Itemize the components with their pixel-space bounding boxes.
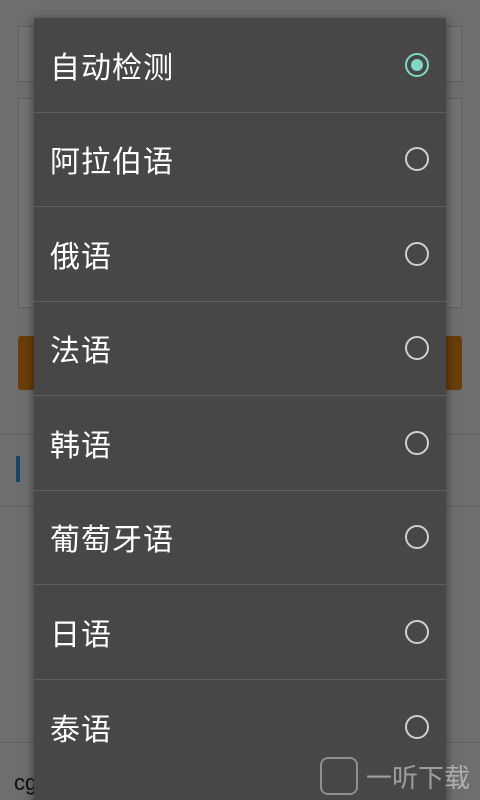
watermark-logo-icon [320, 757, 358, 795]
language-option-auto-detect[interactable]: 自动检测 [34, 18, 446, 113]
language-option-russian[interactable]: 俄语 [34, 207, 446, 302]
option-label: 阿拉伯语 [50, 145, 174, 181]
radio-unselected-icon[interactable] [405, 147, 429, 172]
option-label: 泰语 [50, 712, 112, 748]
language-option-portuguese[interactable]: 葡萄牙语 [34, 491, 446, 585]
language-option-japanese[interactable]: 日语 [34, 585, 446, 680]
option-label: 俄语 [50, 239, 112, 275]
option-label: 法语 [50, 334, 112, 370]
language-select-dialog: 自动检测 阿拉伯语 俄语 法语 韩语 葡萄牙语 日语 泰语 [34, 18, 446, 800]
radio-unselected-icon[interactable] [405, 430, 429, 455]
language-option-french[interactable]: 法语 [34, 302, 446, 396]
radio-unselected-icon[interactable] [405, 619, 429, 644]
option-label: 自动检测 [50, 50, 174, 86]
radio-unselected-icon[interactable] [405, 336, 429, 361]
watermark: 一听下载 [320, 756, 470, 796]
radio-unselected-icon[interactable] [405, 714, 429, 739]
watermark-text: 一听下载 [366, 763, 471, 794]
option-label: 韩语 [50, 428, 112, 464]
option-label: 日语 [50, 617, 112, 653]
radio-unselected-icon[interactable] [405, 525, 429, 550]
screen: cg 自动检测 阿拉伯语 俄语 法语 韩语 葡萄牙语 日语 [0, 0, 480, 800]
language-option-korean[interactable]: 韩语 [34, 396, 446, 491]
radio-selected-icon[interactable] [405, 52, 429, 77]
language-option-arabic[interactable]: 阿拉伯语 [34, 113, 446, 207]
radio-unselected-icon[interactable] [405, 241, 429, 266]
option-label: 葡萄牙语 [50, 523, 174, 559]
